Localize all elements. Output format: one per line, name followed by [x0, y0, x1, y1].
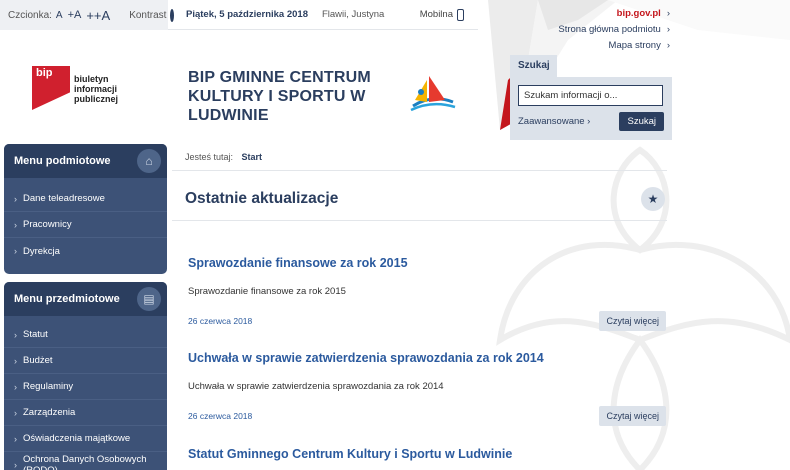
institution-logo	[410, 76, 456, 112]
menu-object: Menu przedmiotowe ▤ › Statut › Budżet › Reg…	[4, 282, 167, 470]
menu-object-header: Menu przedmiotowe ▤	[4, 282, 167, 316]
page-title: Ostatnie aktualizacje	[185, 190, 339, 207]
breadcrumb: Jesteś tutaj: Start	[185, 152, 262, 162]
menu-item-label: Statut	[23, 329, 48, 340]
list-item: Uchwała w sprawie zatwierdzenia sprawozd…	[188, 351, 666, 426]
menu-item-regulaminy[interactable]: › Regulaminy	[4, 374, 167, 400]
menu-item-rodo[interactable]: › Ochrona Danych Osobowych (RODO)	[4, 452, 167, 470]
contrast-label: Kontrast	[129, 9, 167, 21]
bip-gov-link[interactable]: bip.gov.pl	[617, 8, 661, 19]
divider	[172, 170, 667, 171]
bip-logo-caption: biuletyn informacji publicznej	[74, 74, 162, 104]
home-link[interactable]: Strona główna podmiotu	[558, 24, 660, 35]
menu-item-label: Budżet	[23, 355, 53, 366]
star-icon[interactable]: ★	[641, 187, 665, 211]
search-input[interactable]: Szukam informacji o...	[518, 85, 663, 106]
chevron-right-icon: ›	[666, 40, 670, 51]
chevron-right-icon: ›	[14, 329, 17, 340]
chevron-right-icon: ›	[14, 193, 17, 204]
menu-item-label: Dane teleadresowe	[23, 193, 105, 204]
menu-item-label: Pracownicy	[23, 219, 72, 230]
chevron-right-icon: ›	[14, 219, 17, 230]
search-box: Szukam informacji o... Zaawansowane › Sz…	[510, 77, 672, 140]
entry-date: 26 czerwca 2018	[188, 316, 253, 326]
building-icon: ⌂	[137, 149, 161, 173]
menu-item-label: Dyrekcja	[23, 245, 60, 257]
divider	[172, 220, 667, 221]
menu-item-pracownicy[interactable]: › Pracownicy	[4, 212, 167, 238]
read-more-button[interactable]: Czytaj więcej	[599, 311, 666, 331]
menu-item-budzet[interactable]: › Budżet	[4, 348, 167, 374]
menu-object-title: Menu przedmiotowe	[14, 293, 120, 305]
menu-item-dane-teleadresowe[interactable]: › Dane teleadresowe	[4, 186, 167, 212]
search-tab: Szukaj	[510, 55, 557, 77]
menu-item-zarzadzenia[interactable]: › Zarządzenia	[4, 400, 167, 426]
top-links: bip.gov.pl › Strona główna podmiotu › Mapa…	[558, 6, 670, 54]
font-size-label: Czcionka:	[8, 9, 52, 21]
chevron-right-icon: ›	[14, 381, 17, 392]
menu-item-dyrekcja[interactable]: › Dyrekcja	[4, 238, 167, 264]
search-button[interactable]: Szukaj	[619, 112, 664, 131]
menu-item-label: Regulaminy	[23, 381, 74, 392]
phone-icon	[457, 8, 464, 21]
chevron-right-icon: ›	[14, 246, 17, 256]
entry-description: Sprawozdanie finansowe za rok 2015	[188, 286, 346, 297]
breadcrumb-start[interactable]: Start	[242, 152, 263, 162]
font-medium-button[interactable]: +A	[68, 9, 82, 21]
menu-subject: Menu podmiotowe ⌂ › Dane teleadresowe › Pr…	[4, 144, 167, 274]
chevron-right-icon: ›	[14, 407, 17, 418]
date-bar: Piątek, 5 października 2018 Flawii, Just…	[168, 0, 478, 30]
chevron-right-icon: ›	[14, 433, 17, 444]
menu-subject-title: Menu podmiotowe	[14, 155, 111, 167]
bip-logo[interactable]: bip biuletyn informacji publicznej	[32, 66, 162, 110]
mobile-label: Mobilna	[419, 9, 453, 20]
chevron-right-icon: ›	[666, 8, 670, 19]
font-large-button[interactable]: ++A	[86, 8, 110, 23]
entry-title[interactable]: Statut Gminnego Centrum Kultury i Sportu…	[188, 447, 666, 461]
advanced-search-link[interactable]: Zaawansowane ›	[518, 116, 590, 127]
menu-item-label: Zarządzenia	[23, 407, 76, 418]
entry-description: Uchwała w sprawie zatwierdzenia sprawozd…	[188, 381, 444, 392]
breadcrumb-label: Jesteś tutaj:	[185, 152, 234, 162]
chevron-right-icon: ›	[666, 24, 670, 35]
menu-item-label: Oświadczenia majątkowe	[23, 433, 131, 444]
chevron-right-icon: ›	[14, 460, 17, 470]
menu-item-statut[interactable]: › Statut	[4, 322, 167, 348]
bip-logo-line1: biuletyn	[74, 74, 109, 84]
chevron-right-icon: ›	[14, 355, 17, 366]
menu-item-label: Ochrona Danych Osobowych (RODO)	[23, 454, 147, 470]
font-small-button[interactable]: A	[56, 10, 63, 21]
read-more-button[interactable]: Czytaj więcej	[599, 406, 666, 426]
list-item: Statut Gminnego Centrum Kultury i Sportu…	[188, 447, 666, 461]
sitemap-link[interactable]: Mapa strony	[609, 40, 661, 51]
entry-date: 26 czerwca 2018	[188, 411, 253, 421]
current-date: Piątek, 5 października 2018	[186, 9, 308, 20]
menu-item-oswiadczenia[interactable]: › Oświadczenia majątkowe	[4, 426, 167, 452]
bip-logo-line2: informacji publicznej	[74, 84, 119, 104]
list-item: Sprawozdanie finansowe za rok 2015 Spraw…	[188, 256, 666, 331]
entry-title[interactable]: Uchwała w sprawie zatwierdzenia sprawozd…	[188, 351, 666, 365]
institution-title[interactable]: BIP GMINNE CENTRUM KULTURY I SPORTU W LU…	[188, 68, 388, 125]
advanced-search-label: Zaawansowane	[518, 116, 585, 127]
name-day: Flawii, Justyna	[321, 9, 385, 20]
entry-title[interactable]: Sprawozdanie finansowe za rok 2015	[188, 256, 666, 270]
menu-subject-header: Menu podmiotowe ⌂	[4, 144, 167, 178]
bip-logo-text: bip	[36, 67, 53, 79]
accessibility-bar: Czcionka: A +A ++A Kontrast	[0, 0, 175, 30]
mobile-version-link[interactable]: Mobilna	[419, 8, 464, 21]
folder-icon: ▤	[137, 287, 161, 311]
